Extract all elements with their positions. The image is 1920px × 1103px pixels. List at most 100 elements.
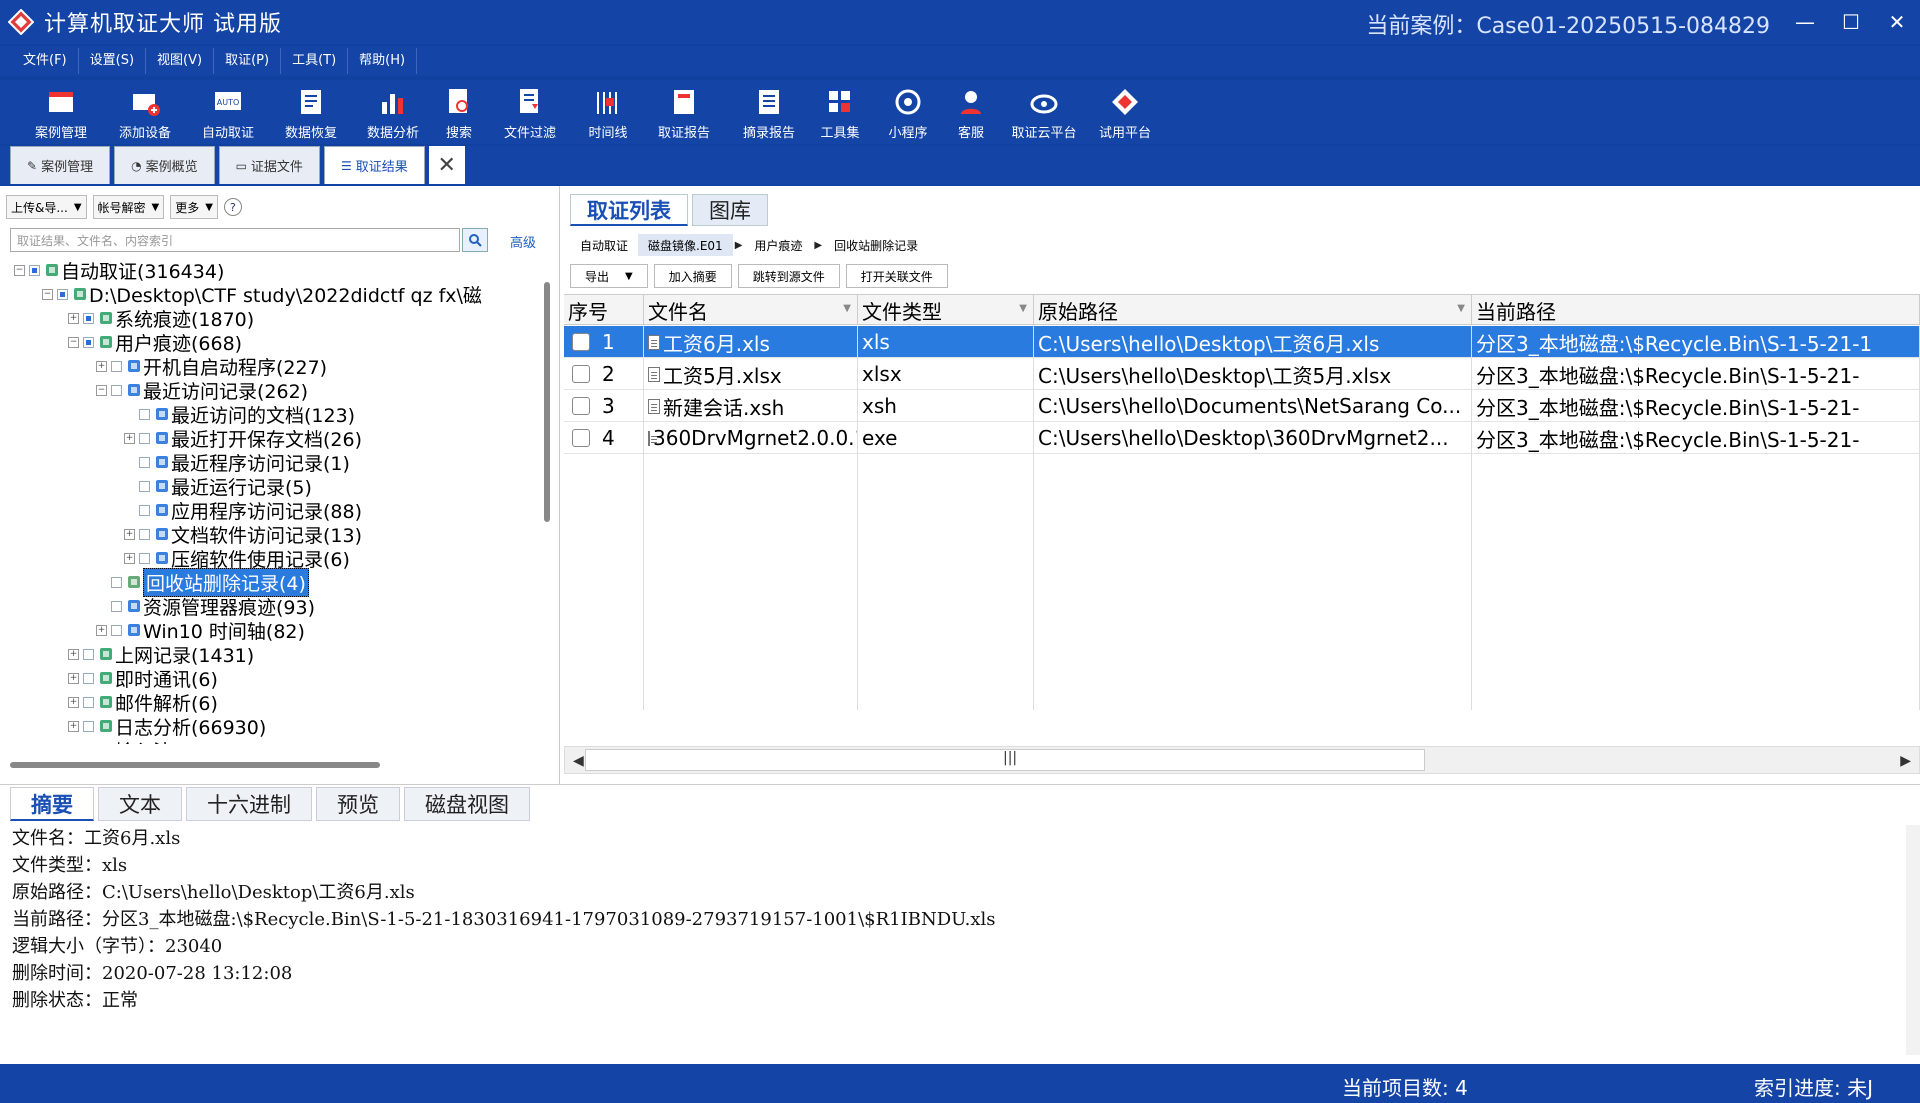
menu-view[interactable]: 视图(V) bbox=[146, 48, 215, 74]
column-header-current-path[interactable]: 当前路径 bbox=[1472, 295, 1920, 325]
tree-node[interactable]: + 邮件解析(6) bbox=[68, 690, 218, 715]
tree-node[interactable]: + 即时通讯(6) bbox=[68, 666, 218, 691]
tab-forensic-results[interactable]: ☰ 取证结果 bbox=[323, 146, 425, 184]
collapse-icon[interactable]: − bbox=[68, 336, 79, 348]
breadcrumb-item[interactable]: 自动取证 bbox=[570, 234, 638, 256]
expand-icon[interactable]: + bbox=[124, 528, 135, 540]
tree-checkbox[interactable] bbox=[111, 576, 122, 588]
collapse-icon[interactable]: − bbox=[14, 264, 25, 276]
toolbar-toolkit-button[interactable]: 工具集 bbox=[810, 80, 870, 144]
tree-node[interactable]: + 日志分析(66930) bbox=[68, 714, 266, 739]
tree-checkbox[interactable] bbox=[139, 504, 150, 516]
account-decrypt-dropdown[interactable]: 帐号解密 ▼ bbox=[92, 195, 165, 219]
toolbar-auto-forensics-button[interactable]: AUTO 自动取证 bbox=[186, 80, 270, 144]
expand-icon[interactable]: + bbox=[68, 648, 79, 660]
tree-horizontal-scrollbar[interactable] bbox=[10, 762, 380, 768]
row-checkbox[interactable] bbox=[572, 429, 590, 447]
advanced-search-link[interactable]: 高级 bbox=[510, 232, 536, 251]
expand-icon[interactable]: + bbox=[124, 432, 135, 444]
tree-checkbox[interactable] bbox=[111, 360, 122, 372]
tree-checkbox[interactable] bbox=[83, 336, 94, 348]
tree-node[interactable]: − 最近访问记录(262) bbox=[96, 378, 308, 403]
toolbar-miniapp-button[interactable]: 小程序 bbox=[870, 80, 946, 144]
close-tab-icon[interactable]: ✕ bbox=[428, 146, 465, 184]
jump-to-source-button[interactable]: 跳转到源文件 bbox=[737, 264, 840, 288]
tree-checkbox[interactable] bbox=[83, 672, 94, 684]
tree-vertical-scrollbar[interactable] bbox=[544, 282, 550, 722]
tree-checkbox[interactable] bbox=[83, 312, 94, 324]
toolbar-case-manage-button[interactable]: 案例管理 bbox=[18, 80, 104, 144]
help-icon[interactable]: ? bbox=[223, 198, 242, 216]
more-dropdown[interactable]: 更多 ▼ bbox=[170, 195, 218, 219]
tree-checkbox[interactable] bbox=[57, 288, 68, 300]
breadcrumb-item[interactable]: 磁盘镜像.E01 bbox=[638, 234, 733, 256]
table-horizontal-scrollbar[interactable]: ◀ ||| ▶ bbox=[564, 746, 1920, 774]
tree-node[interactable]: + Win10 时间轴(82) bbox=[96, 618, 305, 643]
tree-node[interactable]: + 文档软件访问记录(13) bbox=[124, 522, 362, 547]
collapse-icon[interactable]: − bbox=[96, 384, 107, 396]
expand-icon[interactable]: + bbox=[96, 360, 107, 372]
tree-node[interactable]: + 最近打开保存文档(26) bbox=[124, 426, 362, 451]
menu-forensics[interactable]: 取证(P) bbox=[214, 48, 282, 74]
row-checkbox[interactable] bbox=[572, 397, 590, 415]
detail-vertical-scrollbar[interactable] bbox=[1906, 825, 1920, 1055]
menu-help[interactable]: 帮助(H) bbox=[348, 48, 418, 74]
tab-gallery[interactable]: 图库 bbox=[692, 194, 768, 226]
open-linked-file-button[interactable]: 打开关联文件 bbox=[845, 264, 948, 288]
tab-hex[interactable]: 十六进制 bbox=[186, 787, 312, 821]
row-checkbox[interactable] bbox=[572, 365, 590, 383]
collapse-icon[interactable]: − bbox=[42, 288, 53, 300]
tab-evidence-files[interactable]: ▭ 证据文件 bbox=[218, 146, 320, 184]
toolbar-file-filter-button[interactable]: 文件过滤 bbox=[484, 80, 576, 144]
filter-icon[interactable]: ▼ bbox=[1457, 303, 1465, 314]
scrollbar-thumb[interactable] bbox=[544, 282, 550, 522]
tab-case-overview[interactable]: ◔ 案例概览 bbox=[114, 146, 215, 184]
column-header-original-path[interactable]: 原始路径 ▼ bbox=[1034, 295, 1472, 325]
tree-node[interactable]: − D:\Desktop\CTF study\2022didctf qz fx\磁 bbox=[42, 282, 482, 307]
tree-node[interactable]: 回收站删除记录(4) bbox=[96, 567, 309, 597]
export-button[interactable]: 导出 ▼ bbox=[570, 264, 648, 288]
toolbar-support-button[interactable]: 客服 bbox=[946, 80, 996, 144]
tab-text[interactable]: 文本 bbox=[98, 787, 182, 821]
table-row[interactable]: 3 新建会话.xsh xsh C:\Users\hello\Documents\Net… bbox=[564, 390, 1920, 422]
toolbar-add-device-button[interactable]: 添加设备 bbox=[104, 80, 186, 144]
tree-checkbox[interactable] bbox=[139, 408, 150, 420]
column-header-filetype[interactable]: 文件类型 ▼ bbox=[858, 295, 1034, 325]
tree-node[interactable]: +输入法(20) bbox=[68, 738, 211, 745]
tab-forensic-list[interactable]: 取证列表 bbox=[570, 194, 688, 226]
maximize-button[interactable]: ☐ bbox=[1828, 0, 1874, 44]
upload-export-dropdown[interactable]: 上传&导... ▼ bbox=[6, 195, 87, 219]
toolbar-data-analysis-button[interactable]: 数据分析 bbox=[352, 80, 434, 144]
row-checkbox[interactable] bbox=[572, 333, 590, 351]
add-summary-button[interactable]: 加入摘要 bbox=[653, 264, 732, 288]
toolbar-forensic-report-button[interactable]: 取证报告 bbox=[640, 80, 728, 144]
tree-node[interactable]: − 用户痕迹(668) bbox=[68, 330, 242, 355]
tree-checkbox[interactable] bbox=[83, 648, 94, 660]
minimize-button[interactable]: — bbox=[1782, 0, 1828, 44]
tab-case-manage[interactable]: ✎ 案例管理 bbox=[10, 146, 111, 184]
tab-preview[interactable]: 预览 bbox=[316, 787, 400, 821]
tree-checkbox[interactable] bbox=[111, 384, 122, 396]
menu-file[interactable]: 文件(F) bbox=[12, 48, 79, 74]
table-row[interactable]: 4 360DrvMgrnet2.0.0.1...exeC:\Users\hello… bbox=[564, 422, 1920, 454]
menu-tools[interactable]: 工具(T) bbox=[281, 48, 349, 74]
filter-icon[interactable]: ▼ bbox=[843, 303, 851, 314]
tree-node[interactable]: 最近访问的文档(123) bbox=[124, 402, 355, 427]
table-row[interactable]: 1 工资6月.xls xls C:\Users\hello\Desktop\工资6月.… bbox=[564, 326, 1920, 358]
tree-node[interactable]: 最近运行记录(5) bbox=[124, 474, 312, 499]
toolbar-data-recovery-button[interactable]: 数据恢复 bbox=[270, 80, 352, 144]
tree-node[interactable]: + 系统痕迹(1870) bbox=[68, 306, 254, 331]
tab-disk-view[interactable]: 磁盘视图 bbox=[404, 787, 530, 821]
expand-icon[interactable]: + bbox=[68, 720, 79, 732]
tree-checkbox[interactable] bbox=[139, 552, 150, 564]
toolbar-excerpt-report-button[interactable]: 摘录报告 bbox=[728, 80, 810, 144]
toolbar-trial-platform-button[interactable]: 试用平台 bbox=[1092, 80, 1158, 144]
tree-node[interactable]: 资源管理器痕迹(93) bbox=[96, 594, 315, 619]
breadcrumb-item[interactable]: 回收站删除记录 bbox=[824, 234, 928, 256]
toolbar-cloud-platform-button[interactable]: 取证云平台 bbox=[996, 80, 1092, 144]
tree-node[interactable]: + 压缩软件使用记录(6) bbox=[124, 546, 350, 571]
expand-icon[interactable]: + bbox=[124, 552, 135, 564]
tree-checkbox[interactable] bbox=[139, 456, 150, 468]
column-header-filename[interactable]: 文件名 ▼ bbox=[644, 295, 858, 325]
tree-checkbox[interactable] bbox=[111, 624, 122, 636]
